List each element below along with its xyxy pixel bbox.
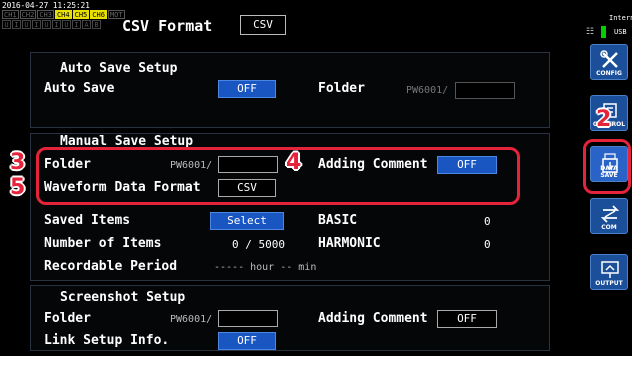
screenshot-folder-value: PW6001/ [170, 314, 213, 325]
range-indicators: U I U I U I U I A B [2, 20, 102, 29]
usb-storage-label: USB [614, 28, 627, 36]
recordable-period-label: Recordable Period [44, 259, 178, 274]
recordable-period-value: ----- hour -- min [214, 262, 317, 273]
range-indicator: I [12, 20, 21, 29]
basic-label: BASIC [318, 213, 358, 228]
basic-value: 0 [484, 215, 491, 228]
range-indicator: U [62, 20, 71, 29]
range-indicator: U [2, 20, 11, 29]
auto-save-title: Auto Save Setup [60, 61, 178, 76]
screenshot-adding-comment-label: Adding Comment [318, 311, 428, 326]
number-items-label: Number of Items [44, 236, 162, 251]
screenshot-title: Screenshot Setup [60, 290, 186, 305]
format-selector[interactable]: CSV [240, 15, 286, 35]
sidebar-item-config[interactable]: CONFIG [590, 44, 628, 80]
link-setup-label: Link Setup Info. [44, 333, 170, 348]
auto-save-folder-value: PW6001/ [406, 85, 449, 96]
auto-save-toggle[interactable]: OFF [218, 80, 276, 98]
auto-save-folder-label: Folder [318, 81, 365, 96]
channel-indicator: CH4 [54, 10, 72, 19]
annotation-highlight-data-save [583, 139, 631, 194]
annotation-number-4: 4 [286, 150, 302, 175]
timestamp: 2016-04-27 11:25:21 [2, 1, 90, 10]
sidebar-item-output[interactable]: OUTPUT [590, 254, 628, 290]
channel-indicator: CH5 [72, 10, 90, 19]
usb-status-indicator [601, 26, 606, 38]
channel-indicator: CH3 [37, 10, 54, 19]
channel-indicator: CH6 [90, 10, 107, 19]
harmonic-label: HARMONIC [318, 236, 381, 251]
screenshot-folder-label: Folder [44, 311, 91, 326]
range-indicator: I [52, 20, 61, 29]
channel-indicator: CH2 [19, 10, 37, 19]
header-bar: 2016-04-27 11:25:21 CH1 CH2 CH3 CH4 CH5 … [0, 0, 580, 40]
internal-storage-label: Internal [609, 14, 632, 22]
auto-save-folder-input[interactable] [455, 82, 515, 99]
range-indicator: U [42, 20, 51, 29]
range-indicator: I [72, 20, 81, 29]
range-indicator: B [92, 20, 101, 29]
range-indicator: U [22, 20, 31, 29]
auto-save-label: Auto Save [44, 81, 115, 96]
link-setup-toggle[interactable]: OFF [218, 332, 276, 350]
wrench-screwdriver-icon [600, 50, 618, 68]
range-indicator: A [82, 20, 91, 29]
annotation-highlight-manual-save [36, 147, 520, 205]
channel-indicators: CH1 CH2 CH3 CH4 CH5 CH6 MOT [2, 10, 126, 19]
annotation-number-2: 2 [596, 107, 612, 132]
annotation-number-5: 5 [10, 175, 26, 200]
sidebar-item-com[interactable]: COM [590, 198, 628, 234]
sidebar-item-label: CONFIG [596, 70, 622, 77]
range-indicator: I [32, 20, 41, 29]
screenshot-adding-comment-toggle[interactable]: OFF [437, 310, 497, 328]
network-icon: ☷ [586, 27, 595, 37]
page-title: CSV Format [122, 17, 213, 35]
saved-items-label: Saved Items [44, 213, 131, 228]
com-arrows-icon [600, 205, 620, 223]
output-icon [601, 261, 619, 278]
sidebar-item-label: OUTPUT [595, 280, 623, 287]
sidebar-item-label: COM [601, 224, 617, 231]
harmonic-value: 0 [484, 238, 491, 251]
number-items-value: 0 / 5000 [232, 238, 285, 251]
saved-items-select-button[interactable]: Select [210, 212, 284, 230]
channel-indicator: CH1 [2, 10, 19, 19]
annotation-number-3: 3 [10, 150, 26, 175]
screenshot-folder-input[interactable] [218, 310, 278, 327]
